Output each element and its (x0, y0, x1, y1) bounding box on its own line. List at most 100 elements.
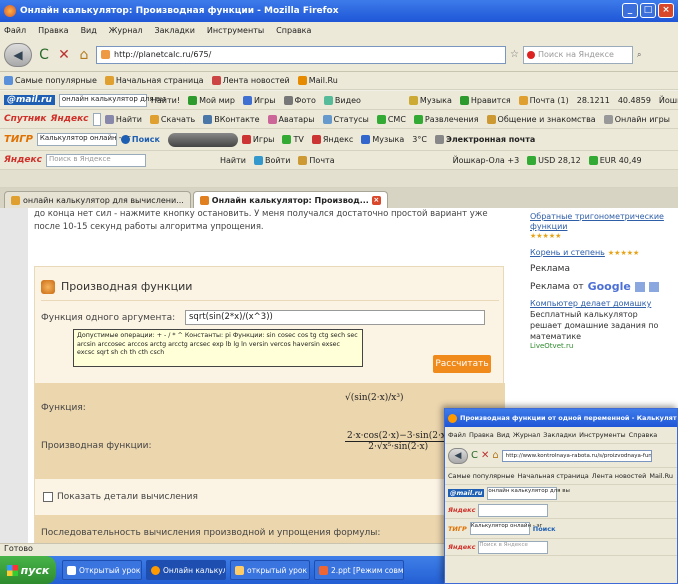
mailru-logo[interactable]: @mail.ru (4, 95, 55, 105)
overlay-back-button[interactable]: ◀ (448, 447, 468, 464)
overlay-tiger-logo[interactable]: ТИГР (448, 525, 467, 533)
yandex-bar-logo[interactable]: Яндекс (4, 155, 42, 165)
function-input[interactable]: sqrt(sin(2*x)/(x^3)) (185, 310, 485, 325)
tiger-yandex[interactable]: Яндекс (311, 135, 353, 144)
tiger-email[interactable]: Электронная почта (434, 135, 535, 144)
mailru-find-button[interactable]: Найти! (151, 96, 180, 105)
overlay-menu-view[interactable]: Вид (497, 431, 510, 439)
sputnik-avatars[interactable]: Аватары (267, 114, 315, 124)
link-root-power[interactable]: Корень и степень (530, 248, 605, 258)
overlay-yandex-logo[interactable]: Яндекс (448, 506, 475, 514)
overlay-bookmark[interactable]: Лента новостей (592, 472, 647, 480)
menu-history[interactable]: Журнал (109, 26, 143, 35)
sputnik-download[interactable]: Скачать (149, 114, 195, 124)
overlay-mailru-search[interactable]: онлайн калькулятор для вы (487, 486, 570, 500)
menu-tools[interactable]: Инструменты (207, 26, 264, 35)
tab-close-icon[interactable]: × (371, 195, 381, 205)
overlay-menu-bookmarks[interactable]: Закладки (543, 431, 576, 439)
overlay-bookmark[interactable]: Mail.Ru (649, 472, 673, 480)
mailru-mail[interactable]: Почта (1) (518, 95, 569, 105)
yandex-mail[interactable]: Почта (298, 155, 335, 165)
maximize-button[interactable]: □ (640, 3, 656, 18)
overlay-mailru-logo[interactable]: @mail.ru (448, 489, 485, 497)
menu-file[interactable]: Файл (4, 26, 26, 35)
overlay-home-icon[interactable]: ⌂ (492, 450, 498, 461)
mailru-music[interactable]: Музыка (408, 95, 452, 105)
ad-prev-icon[interactable] (634, 281, 645, 292)
tiger-find-button[interactable]: Поиск (120, 135, 160, 144)
menu-edit[interactable]: Правка (38, 26, 68, 35)
tiger-music[interactable]: Музыка (361, 135, 404, 144)
search-input[interactable]: Поиск на Яндексе (522, 45, 633, 64)
overlay-sputnik-search[interactable] (478, 503, 549, 517)
overlay-menu-file[interactable]: Файл (448, 431, 466, 439)
tiger-games[interactable]: Игры (241, 135, 274, 144)
tiger-media-icon[interactable] (167, 132, 238, 147)
tab-calculator-search[interactable]: онлайн калькулятор для вычислени... (4, 191, 191, 208)
menu-help[interactable]: Справка (276, 26, 311, 35)
overlay-stop-icon[interactable]: ✕ (481, 450, 489, 461)
bookmark-news[interactable]: Лента новостей (211, 76, 290, 85)
bookmark-start[interactable]: Начальная страница (104, 76, 204, 85)
overlay-tiger-find[interactable]: Поиск (533, 525, 556, 533)
bookmark-popular[interactable]: Самые популярные (4, 76, 97, 85)
overlay-bookmark[interactable]: Начальная страница (518, 472, 589, 480)
overlay-yandex-bar-logo[interactable]: Яндекс (448, 543, 475, 551)
details-checkbox[interactable] (43, 492, 53, 502)
back-button[interactable]: ◀ (4, 42, 32, 67)
sputnik-logo[interactable]: Спутник (4, 114, 47, 124)
overlay-yandex-search[interactable]: Поиск в Яндексе (478, 540, 549, 554)
overlay-tiger-search[interactable]: Калькулятор онлайн - эг (469, 522, 542, 535)
overlay-reload-icon[interactable]: C (471, 450, 478, 461)
task-folder[interactable]: открытый урок (230, 560, 310, 580)
sputnik-fun[interactable]: Развлечения (413, 114, 479, 124)
ad-url[interactable]: LiveOtvet.ru (530, 342, 670, 350)
tiger-tv[interactable]: TV (282, 135, 304, 144)
yandex-find-button[interactable]: Найти (220, 156, 246, 165)
bookmark-mailru[interactable]: Mail.Ru (297, 76, 338, 85)
menu-bookmarks[interactable]: Закладки (154, 26, 194, 35)
star-icon[interactable]: ☆ (510, 49, 519, 60)
link-inverse-trig[interactable]: Обратные тригонометрические функции (530, 212, 670, 232)
close-button[interactable]: × (658, 3, 674, 18)
sputnik-vk[interactable]: ВКонтакте (203, 114, 260, 124)
overlay-menu-tools[interactable]: Инструменты (579, 431, 626, 439)
search-go-icon[interactable]: ⌕ (637, 50, 641, 60)
mailru-myworld[interactable]: Мой мир (188, 95, 235, 105)
overlay-bookmark[interactable]: Самые популярные (448, 472, 515, 480)
sputnik-social[interactable]: Общение и знакомства (486, 114, 596, 124)
tab-derivative-calculator[interactable]: Онлайн калькулятор: Производ... × (192, 191, 388, 208)
tiger-logo[interactable]: ТИГР (4, 134, 33, 145)
calculate-button[interactable]: Рассчитать (433, 355, 491, 373)
reload-icon[interactable]: C (36, 47, 52, 63)
task-powerpoint[interactable]: 2.ppt [Режим совмес... (314, 560, 404, 580)
overlay-url-bar[interactable]: http://www.kontrolnaya-rabota.ru/s/proiz… (501, 449, 652, 462)
task-word-doc[interactable]: Открытый урок.doc... (62, 560, 142, 580)
url-bar[interactable]: http://planetcalc.ru/675/ (96, 45, 506, 64)
mailru-games[interactable]: Игры (242, 95, 276, 105)
minimize-button[interactable]: _ (622, 3, 638, 18)
overlay-menu-help[interactable]: Справка (629, 431, 658, 439)
yandex-search-input[interactable]: Поиск в Яндексе (45, 153, 146, 167)
ad-link[interactable]: Компьютер делает домашку (530, 299, 670, 309)
ad-next-icon[interactable] (648, 281, 659, 292)
sputnik-games[interactable]: Онлайн игры (603, 114, 670, 124)
overlay-menu-edit[interactable]: Правка (469, 431, 494, 439)
mailru-photo[interactable]: Фото (283, 95, 316, 105)
sputnik-find-button[interactable]: Найти (104, 114, 142, 124)
details-checkbox-row[interactable]: Показать детали вычисления (43, 492, 198, 502)
yandex-logo[interactable]: Яндекс (51, 114, 89, 124)
start-button[interactable]: пуск (0, 556, 56, 584)
mailru-search-input[interactable]: онлайн калькулятор для вы (58, 93, 165, 107)
stop-icon[interactable]: ✕ (56, 47, 72, 63)
home-icon[interactable]: ⌂ (76, 47, 92, 63)
tiger-search-input[interactable]: Калькулятор онлайн - эг (36, 133, 131, 146)
yandex-login[interactable]: Войти (253, 155, 290, 165)
mailru-video[interactable]: Видео (323, 95, 361, 105)
task-firefox[interactable]: Онлайн калькуля... (146, 560, 226, 580)
sputnik-statuses[interactable]: Статусы (322, 114, 369, 124)
overlay-menu-history[interactable]: Журнал (513, 431, 540, 439)
menu-view[interactable]: Вид (81, 26, 97, 35)
sputnik-sms[interactable]: СМС (376, 114, 406, 124)
sputnik-search-input[interactable] (92, 112, 101, 126)
